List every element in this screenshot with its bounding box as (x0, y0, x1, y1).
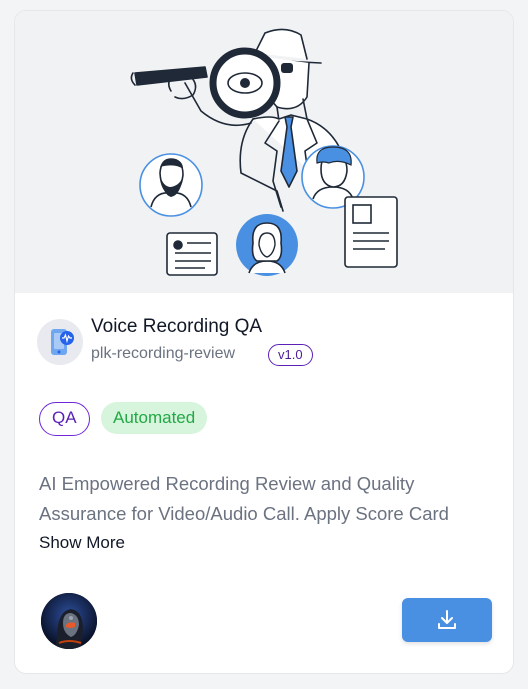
app-card[interactable]: Voice Recording QA plk-recording-review … (14, 10, 514, 674)
download-icon (438, 610, 456, 629)
phone-audio-icon (37, 319, 83, 365)
app-title: Voice Recording QA (91, 316, 263, 337)
version-badge: v1.0 (268, 344, 313, 366)
download-button[interactable] (402, 598, 492, 642)
tag-automated[interactable]: Automated (101, 402, 208, 434)
detective-illustration (130, 28, 398, 276)
show-more-link[interactable]: Show More (39, 533, 125, 553)
tag-qa[interactable]: QA (39, 402, 90, 436)
app-slug: plk-recording-review (91, 345, 236, 362)
app-description: AI Empowered Recording Review and Qualit… (39, 469, 499, 529)
hero-illustration (15, 11, 513, 293)
description-line-2: Assurance for Video/Audio Call. Apply Sc… (39, 503, 449, 524)
description-line-1: AI Empowered Recording Review and Qualit… (39, 473, 415, 494)
robot-avatar[interactable] (41, 593, 97, 649)
